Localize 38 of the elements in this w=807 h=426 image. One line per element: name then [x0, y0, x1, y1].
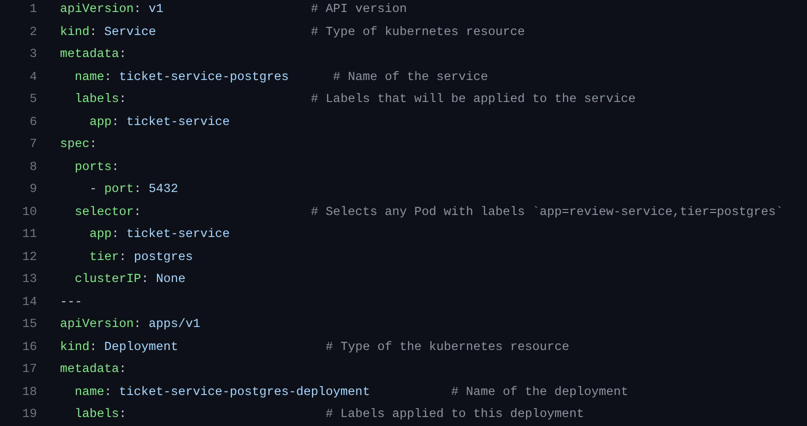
- code-line: kind: Service # Type of kubernetes resource: [60, 24, 526, 40]
- code-line: clusterIP: None: [74, 271, 186, 288]
- line-number: 7: [28, 136, 37, 153]
- code-line: spec:: [60, 136, 98, 153]
- code-line: - port: 5432: [88, 181, 180, 198]
- code-line: apiVersion: apps/v1: [60, 316, 202, 333]
- line-number: 4: [28, 68, 37, 86]
- line-number: 12: [21, 248, 37, 266]
- line-number: 10: [21, 204, 37, 220]
- line-number: 16: [21, 338, 37, 356]
- line-number: 15: [21, 316, 37, 333]
- line-number: 6: [28, 114, 37, 130]
- line-number: 17: [21, 361, 37, 378]
- line-number: 14: [21, 294, 37, 310]
- line-number: 18: [21, 384, 37, 400]
- code-line: kind: Deployment # Type of the kubernetes resource: [60, 338, 570, 356]
- code-line: labels: # Labels applied to this deployment: [74, 406, 585, 423]
- code-line: app: ticket-service: [88, 114, 231, 130]
- code-line: name: ticket-service-postgres # Name of the service: [74, 68, 490, 86]
- code-line: labels: # Labels that will be applied to the service: [74, 91, 637, 108]
- line-number: 1: [28, 1, 37, 18]
- code-line: app: ticket-service: [88, 226, 231, 243]
- line-number: 19: [21, 406, 37, 423]
- line-number: 5: [28, 91, 37, 108]
- code-line: selector: # Selects any Pod with labels `app=review-service,tier=postgres`: [74, 204, 784, 220]
- code-line: ---: [60, 294, 84, 310]
- line-number: 11: [21, 226, 37, 243]
- line-number: 3: [28, 46, 37, 63]
- code-line: name: ticket-service-postgres-deployment # Name of the deployment: [74, 384, 630, 400]
- code-line: metadata:: [60, 46, 128, 63]
- code-line: apiVersion: v1 # API version: [60, 1, 408, 18]
- line-number: 13: [21, 271, 37, 288]
- line-number: 9: [28, 181, 37, 198]
- code-line: metadata:: [60, 361, 128, 378]
- code-line: ports:: [74, 158, 120, 176]
- line-number: 8: [28, 158, 37, 176]
- line-number: 2: [28, 24, 37, 40]
- code-line: tier: postgres: [88, 248, 194, 266]
